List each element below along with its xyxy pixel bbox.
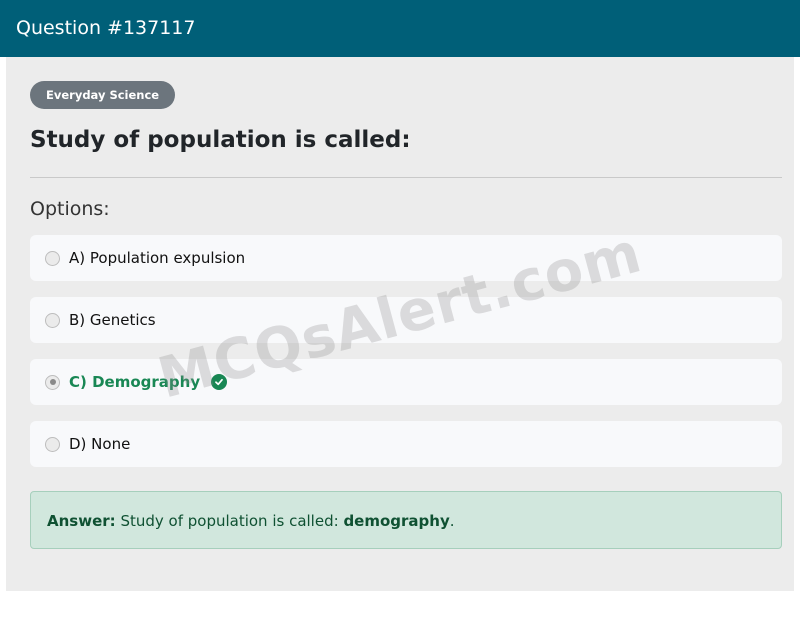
question-number: Question #137117	[16, 17, 196, 39]
page-header: Question #137117	[0, 0, 800, 57]
answer-box: Answer: Study of population is called: d…	[30, 491, 782, 549]
question-title: Study of population is called:	[30, 127, 411, 153]
option-a[interactable]: A) Population expulsion	[30, 235, 782, 281]
question-card: Everyday Science Study of population is …	[6, 0, 794, 591]
answer-highlight: demography	[343, 512, 450, 530]
radio-button[interactable]	[45, 436, 60, 452]
divider	[30, 177, 782, 178]
option-d[interactable]: D) None	[30, 421, 782, 467]
radio-button[interactable]	[45, 312, 60, 328]
category-badge[interactable]: Everyday Science	[30, 81, 176, 109]
option-label: A) Population expulsion	[69, 249, 246, 267]
radio-button-selected[interactable]	[45, 374, 60, 390]
option-label: B) Genetics	[69, 311, 156, 329]
options-label: Options:	[30, 198, 110, 220]
answer-text: Study of population is called:	[120, 512, 339, 530]
answer-prefix: Answer:	[47, 512, 116, 530]
option-b[interactable]: B) Genetics	[30, 297, 782, 343]
option-label: D) None	[69, 435, 131, 453]
check-circle-icon	[211, 374, 228, 390]
radio-button[interactable]	[45, 250, 60, 266]
answer-suffix: .	[449, 512, 455, 530]
option-label: C) Demography	[69, 373, 201, 391]
option-c[interactable]: C) Demography	[30, 359, 782, 405]
